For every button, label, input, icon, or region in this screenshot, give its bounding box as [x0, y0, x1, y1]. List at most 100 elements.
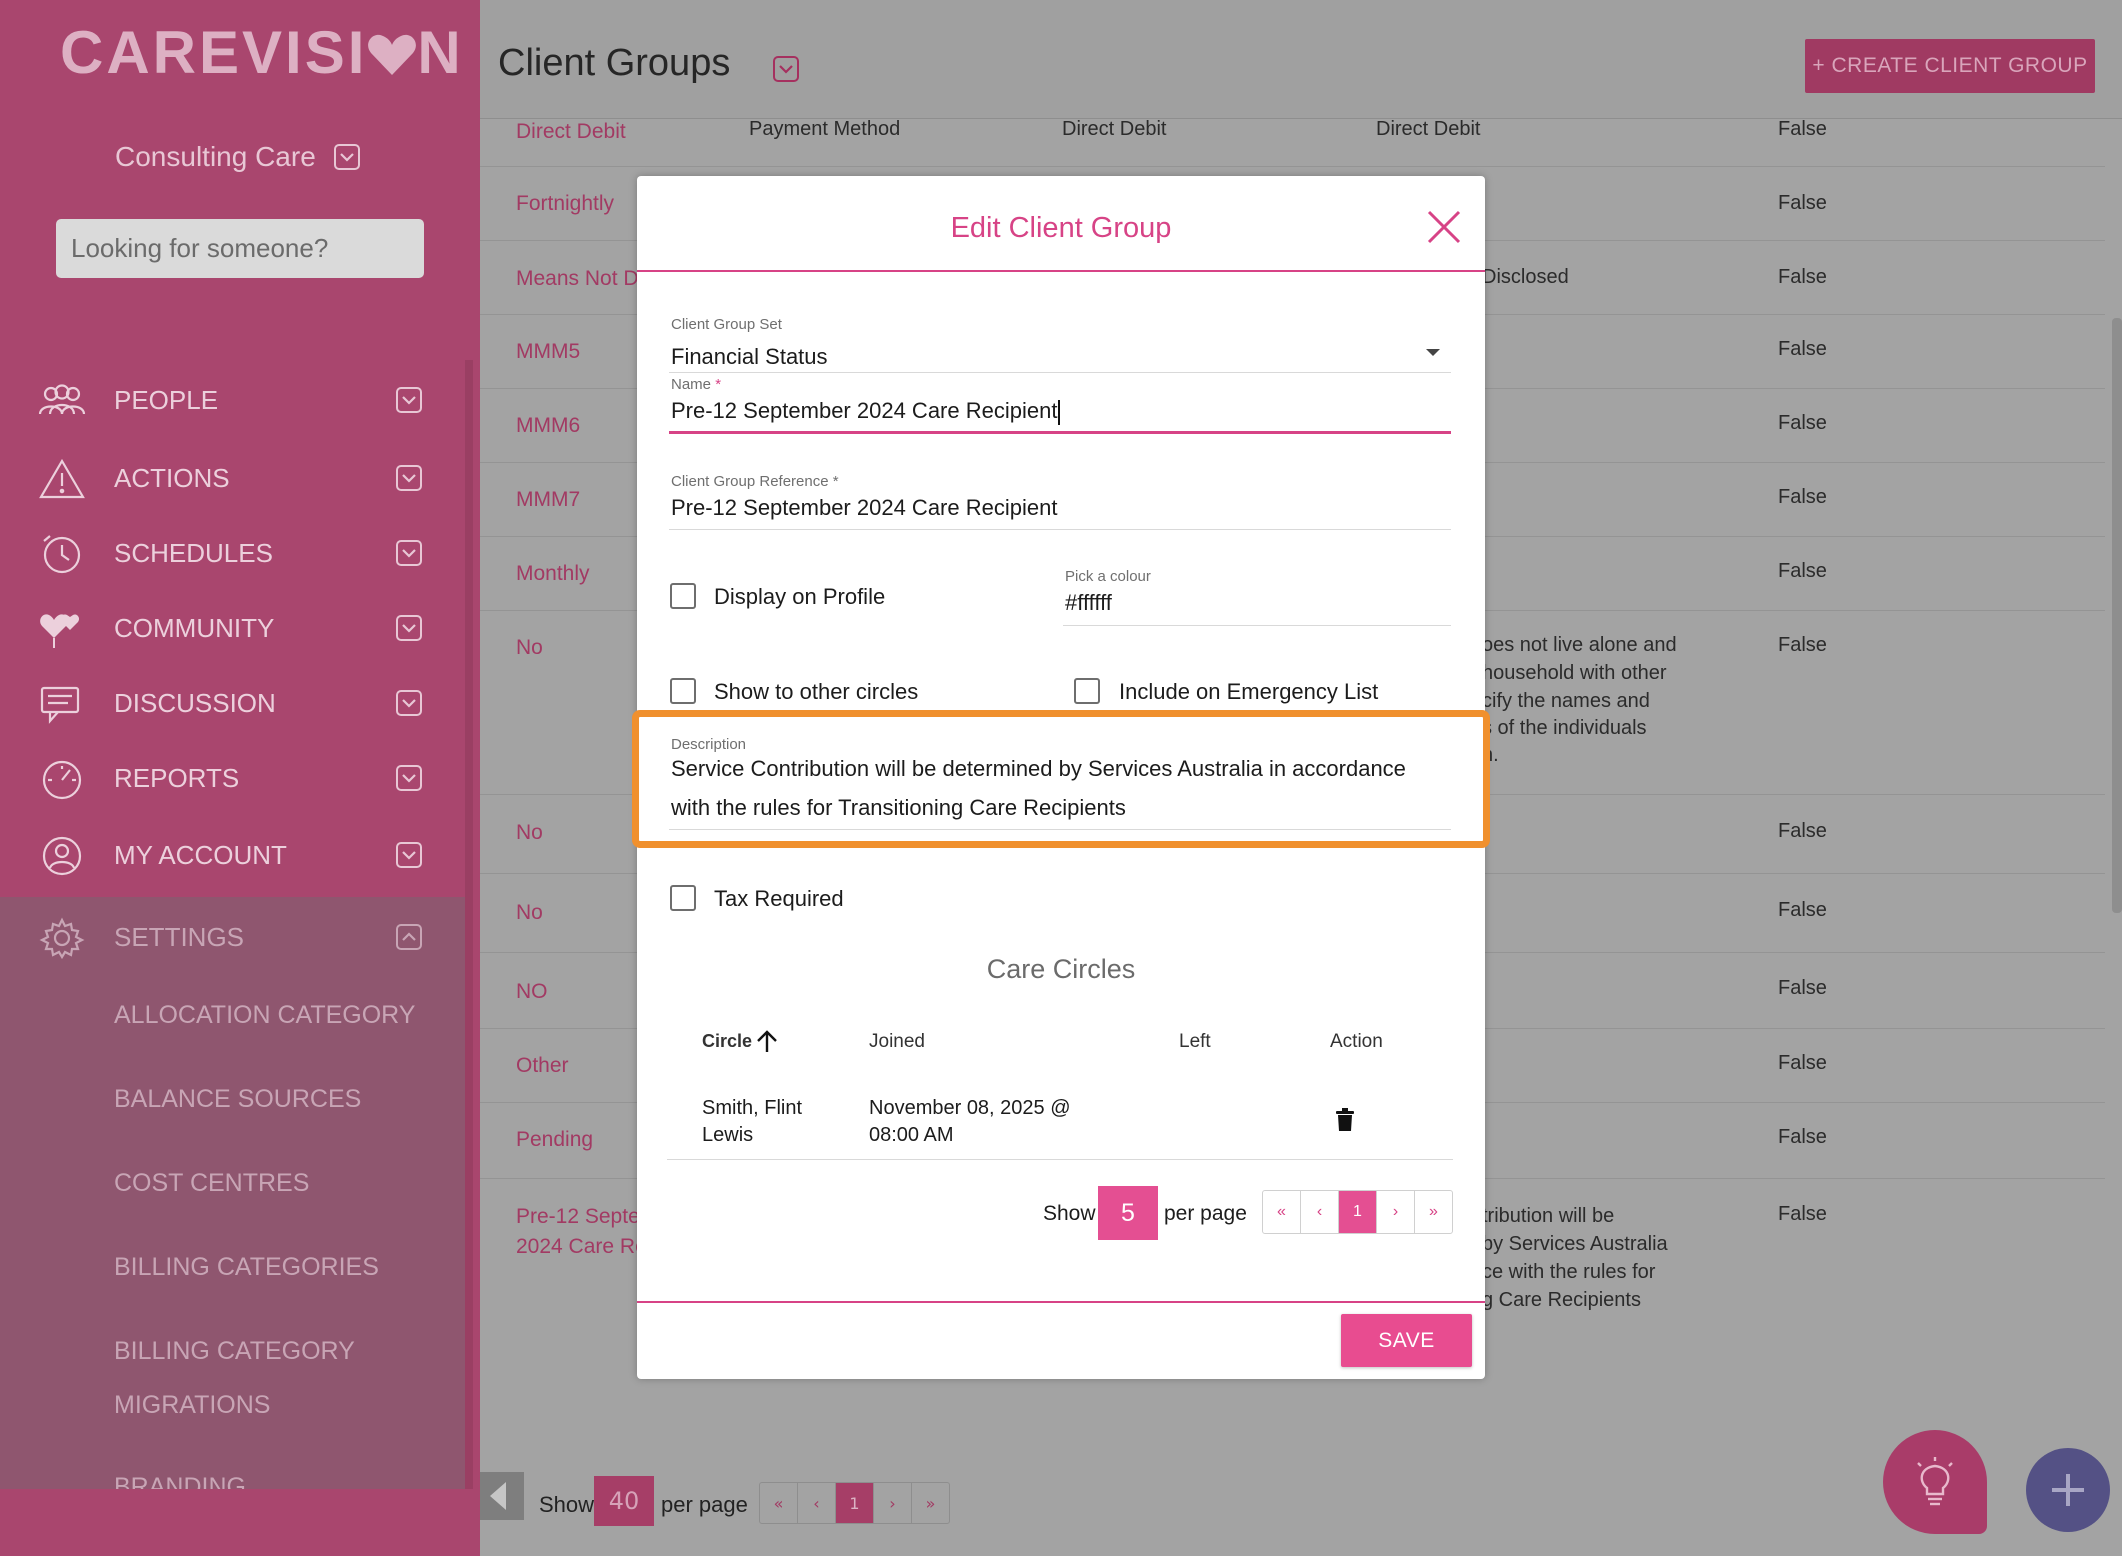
add-button[interactable] [2026, 1448, 2110, 1532]
chevron-down-icon[interactable] [396, 540, 422, 566]
chevron-down-icon[interactable] [773, 56, 799, 82]
chevron-up-icon[interactable] [396, 924, 422, 950]
collapse-sidebar-button[interactable] [480, 1472, 524, 1520]
reference-input[interactable]: Pre-12 September 2024 Care Recipient [671, 495, 1057, 521]
row-name[interactable]: NO [516, 980, 548, 1004]
arrow-up-icon[interactable] [754, 1028, 780, 1054]
nav-my-account[interactable]: MY ACCOUNT [0, 825, 465, 885]
display-on-profile-checkbox[interactable] [670, 583, 696, 609]
chevron-down-icon[interactable] [396, 842, 422, 868]
heart-icon [368, 34, 417, 75]
first-page-button[interactable]: « [760, 1483, 798, 1523]
last-page-button[interactable]: » [1415, 1191, 1452, 1233]
per-page-select[interactable]: 40 [594, 1476, 654, 1526]
show-to-other-circles-label: Show to other circles [714, 679, 919, 704]
show-to-other-circles-checkbox[interactable] [670, 678, 696, 704]
row-flag: False [1778, 192, 1827, 214]
row-description-line: household with other [1482, 662, 1667, 684]
settings-balance-sources[interactable]: BALANCE SOURCES [114, 1072, 361, 1126]
carevision-logo[interactable]: CAREVISI N [60, 18, 461, 88]
table-row[interactable]: Direct Debit Payment Method Direct Debit… [480, 118, 2105, 167]
settings-billing-category-migrations-line2[interactable]: MIGRATIONS [114, 1378, 270, 1432]
nav-settings-label: SETTINGS [114, 921, 245, 952]
description-highlight-box [632, 710, 1490, 848]
row-name[interactable]: MMM7 [516, 488, 580, 512]
main-navigation: PEOPLE ACTIONS SCHEDULES COMMUNITY DISCU… [0, 370, 465, 896]
colour-input[interactable]: #ffffff [1065, 590, 1112, 616]
chevron-down-icon[interactable] [396, 387, 422, 413]
column-header-circle[interactable]: Circle [702, 1031, 752, 1052]
gear-icon [39, 917, 85, 959]
row-name[interactable]: MMM5 [516, 340, 580, 364]
page-1-button[interactable]: 1 [836, 1483, 874, 1523]
chevron-down-icon[interactable] [396, 765, 422, 791]
chat-icon [40, 686, 80, 724]
row-name-line2[interactable]: 2024 Care Re [516, 1235, 647, 1259]
row-name[interactable]: Other [516, 1054, 569, 1078]
organisation-selector[interactable]: Consulting Care [115, 135, 360, 179]
row-description-line: ce with the rules for [1482, 1261, 1656, 1283]
row-name[interactable]: No [516, 636, 543, 660]
close-icon[interactable] [1425, 208, 1463, 246]
joined-date-line-2: 08:00 AM [869, 1124, 954, 1146]
name-label: Name * [671, 376, 722, 393]
row-name[interactable]: Pre-12 Septer [516, 1205, 647, 1229]
nav-reports[interactable]: REPORTS [0, 748, 465, 808]
nav-discussion[interactable]: DISCUSSION [0, 673, 465, 733]
row-flag: False [1778, 977, 1827, 999]
column-header-left[interactable]: Left [1179, 1031, 1211, 1053]
help-button[interactable] [1883, 1430, 1987, 1534]
per-page-select[interactable]: 5 [1098, 1186, 1158, 1240]
prev-page-button[interactable]: ‹ [1301, 1191, 1339, 1233]
gauge-icon [42, 760, 82, 800]
nav-reports-label: REPORTS [114, 762, 240, 793]
create-client-group-button[interactable]: + CREATE CLIENT GROUP [1805, 39, 2095, 93]
include-emergency-list-checkbox[interactable] [1074, 678, 1100, 704]
row-description: Disclosed [1482, 266, 1569, 288]
tax-required-label: Tax Required [714, 886, 844, 911]
row-name[interactable]: MMM6 [516, 414, 580, 438]
row-name[interactable]: No [516, 901, 543, 925]
field-underline [669, 372, 1451, 373]
row-flag: False [1778, 899, 1827, 921]
name-input[interactable]: Pre-12 September 2024 Care Recipient [671, 398, 1061, 425]
save-button[interactable]: SAVE [1341, 1314, 1472, 1367]
sidebar-scrollbar[interactable] [465, 360, 473, 1500]
next-page-button[interactable]: › [874, 1483, 912, 1523]
table-pagination: Show 40 per page « ‹ 1 › » [480, 1470, 1180, 1530]
show-label: Show [539, 1492, 595, 1517]
display-on-profile-label: Display on Profile [714, 584, 886, 609]
first-page-button[interactable]: « [1263, 1191, 1301, 1233]
chevron-down-icon[interactable] [396, 615, 422, 641]
row-name[interactable]: Pending [516, 1128, 593, 1152]
search-input[interactable]: Looking for someone? [56, 219, 424, 278]
nav-schedules[interactable]: SCHEDULES [0, 523, 465, 583]
nav-actions[interactable]: ACTIONS [0, 448, 465, 508]
main-scrollbar[interactable] [2112, 318, 2122, 913]
prev-page-button[interactable]: ‹ [798, 1483, 836, 1523]
row-name[interactable]: Fortnightly [516, 192, 614, 216]
settings-billing-categories[interactable]: BILLING CATEGORIES [114, 1240, 379, 1294]
settings-billing-category-migrations[interactable]: BILLING CATEGORY [114, 1324, 355, 1378]
page-1-button[interactable]: 1 [1339, 1191, 1377, 1233]
column-header-joined[interactable]: Joined [869, 1031, 925, 1053]
tax-required-checkbox[interactable] [670, 885, 696, 911]
settings-branding[interactable]: BRANDING [114, 1467, 246, 1489]
trash-icon[interactable] [1335, 1108, 1355, 1132]
settings-allocation-category[interactable]: ALLOCATION CATEGORY [114, 988, 415, 1042]
nav-settings[interactable]: SETTINGS [0, 907, 465, 967]
chevron-down-icon[interactable] [396, 690, 422, 716]
settings-cost-centres[interactable]: COST CENTRES [114, 1156, 309, 1210]
row-name[interactable]: Monthly [516, 562, 590, 586]
per-page-label: per page [1164, 1202, 1247, 1225]
per-page-label: per page [661, 1492, 748, 1517]
chevron-down-icon[interactable] [396, 465, 422, 491]
nav-community-label: COMMUNITY [114, 612, 275, 643]
row-name[interactable]: Means Not Di [516, 267, 643, 291]
nav-people[interactable]: PEOPLE [0, 370, 465, 430]
next-page-button[interactable]: › [1377, 1191, 1415, 1233]
last-page-button[interactable]: » [912, 1483, 949, 1523]
row-name[interactable]: Direct Debit [516, 120, 626, 144]
row-name[interactable]: No [516, 821, 543, 845]
nav-community[interactable]: COMMUNITY [0, 598, 465, 658]
